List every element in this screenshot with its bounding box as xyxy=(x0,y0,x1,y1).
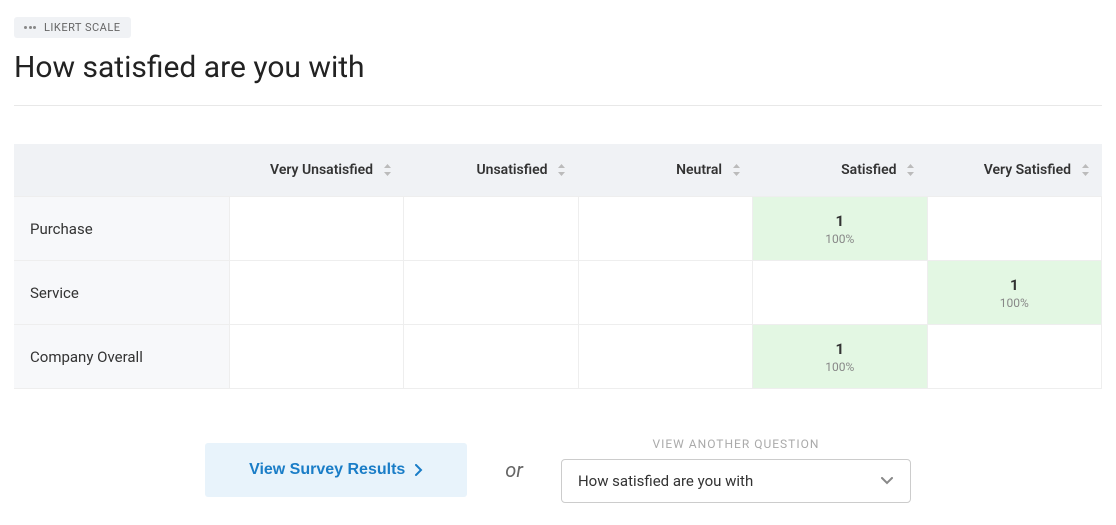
ellipsis-icon xyxy=(24,26,36,29)
column-header-label: Neutral xyxy=(676,162,722,178)
row-label: Company Overall xyxy=(14,325,229,389)
table-row: Purchase 1 100% xyxy=(14,197,1102,261)
data-cell xyxy=(578,261,753,325)
table-row: Company Overall 1 100% xyxy=(14,325,1102,389)
column-header[interactable]: Very Unsatisfied xyxy=(229,144,404,197)
cell-percent: 100% xyxy=(753,360,927,374)
table-body: Purchase1100%Service1100%Company Overall… xyxy=(14,197,1102,389)
view-results-button[interactable]: View Survey Results xyxy=(205,443,467,497)
data-cell xyxy=(404,325,579,389)
question-type-badge: LIKERT SCALE xyxy=(14,17,131,38)
column-header[interactable]: Satisfied xyxy=(753,144,928,197)
chevron-down-icon xyxy=(880,477,894,485)
cell-count: 1 xyxy=(753,212,927,230)
cell-percent: 100% xyxy=(753,232,927,246)
sort-icon xyxy=(1081,164,1090,176)
column-header-label: Very Unsatisfied xyxy=(270,162,373,178)
data-cell xyxy=(229,197,404,261)
row-label: Service xyxy=(14,261,229,325)
dropdown-wrap: VIEW ANOTHER QUESTION How satisfied are … xyxy=(561,437,911,503)
column-header[interactable]: Unsatisfied xyxy=(404,144,579,197)
data-cell xyxy=(578,197,753,261)
data-cell xyxy=(404,197,579,261)
question-type-text: LIKERT SCALE xyxy=(44,21,121,34)
data-cell: 1 100% xyxy=(753,197,928,261)
chevron-right-icon xyxy=(415,464,423,476)
column-header-label: Unsatisfied xyxy=(476,162,547,178)
data-cell: 1 100% xyxy=(927,261,1102,325)
sort-icon xyxy=(906,164,915,176)
data-cell xyxy=(927,197,1102,261)
view-results-label: View Survey Results xyxy=(249,461,405,479)
data-cell xyxy=(578,325,753,389)
column-header[interactable]: Neutral xyxy=(578,144,753,197)
column-header[interactable]: Very Satisfied xyxy=(927,144,1102,197)
footer-row: View Survey Results or VIEW ANOTHER QUES… xyxy=(14,437,1102,503)
question-dropdown[interactable]: How satisfied are you with xyxy=(561,459,911,503)
question-title: How satisfied are you with xyxy=(14,50,1102,85)
data-cell: 1 100% xyxy=(753,325,928,389)
data-cell xyxy=(404,261,579,325)
or-text: or xyxy=(505,458,523,482)
data-cell xyxy=(229,325,404,389)
column-header-label: Satisfied xyxy=(841,162,896,178)
row-label: Purchase xyxy=(14,197,229,261)
sort-icon xyxy=(732,164,741,176)
data-cell xyxy=(927,325,1102,389)
data-cell xyxy=(229,261,404,325)
cell-percent: 100% xyxy=(928,296,1102,310)
cell-count: 1 xyxy=(753,340,927,358)
divider xyxy=(14,105,1102,106)
dropdown-label: VIEW ANOTHER QUESTION xyxy=(652,437,819,451)
data-cell xyxy=(753,261,928,325)
sort-icon xyxy=(557,164,566,176)
likert-table: Very Unsatisfied Unsatisfied Neutral Sat… xyxy=(14,144,1102,389)
column-header-label: Very Satisfied xyxy=(984,162,1071,178)
cell-count: 1 xyxy=(928,276,1102,294)
table-header-blank xyxy=(14,144,229,197)
table-row: Service 1 100% xyxy=(14,261,1102,325)
dropdown-selected-text: How satisfied are you with xyxy=(578,472,753,490)
sort-icon xyxy=(383,164,392,176)
